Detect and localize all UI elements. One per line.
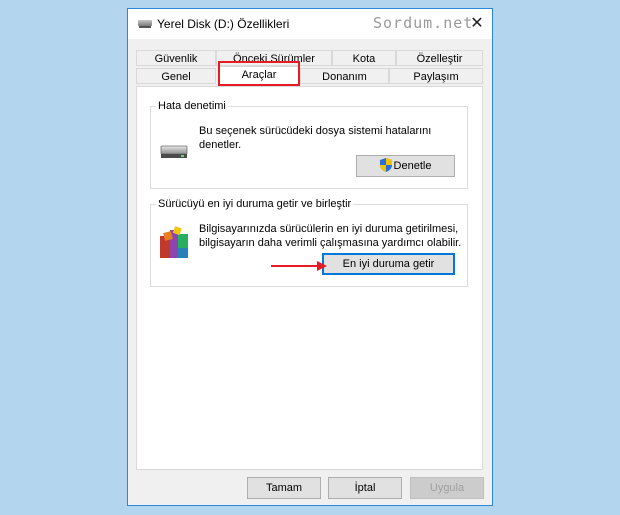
- red-arrow-icon: [271, 261, 327, 271]
- error-check-desc-2: denetler.: [199, 139, 242, 151]
- check-button[interactable]: Denetle: [356, 155, 455, 177]
- apply-button[interactable]: Uygula: [410, 477, 484, 499]
- check-button-label: Denetle: [393, 160, 432, 172]
- tab-genel[interactable]: Genel: [136, 68, 216, 84]
- defrag-icon: [160, 226, 188, 258]
- close-button[interactable]: ✕: [464, 11, 490, 37]
- window-title: Yerel Disk (D:) Özellikleri: [157, 17, 290, 31]
- tab-ozellestir[interactable]: Özelleştir: [396, 50, 483, 66]
- optimize-desc-1: Bilgisayarınızda sürücülerin en iyi duru…: [199, 223, 459, 235]
- uac-shield-icon: [379, 158, 392, 172]
- error-check-desc-1: Bu seçenek sürücüdeki dosya sistemi hata…: [199, 125, 432, 137]
- cancel-button[interactable]: İptal: [328, 477, 402, 499]
- title-bar[interactable]: Yerel Disk (D:) Özellikleri Sordum.net ✕: [128, 9, 492, 39]
- watermark: Sordum.net: [373, 14, 474, 32]
- tab-paylasim[interactable]: Paylaşım: [389, 68, 483, 84]
- ok-button[interactable]: Tamam: [247, 477, 321, 499]
- error-check-title: Hata denetimi: [156, 100, 228, 112]
- optimize-button[interactable]: En iyi duruma getir: [322, 253, 455, 275]
- tab-kota[interactable]: Kota: [332, 50, 396, 66]
- hard-drive-icon: [160, 145, 188, 158]
- optimize-desc-2: bilgisayarın daha verimli çalışmasına ya…: [199, 237, 462, 249]
- active-tab-highlight: [218, 61, 300, 86]
- tab-donanim[interactable]: Donanım: [300, 68, 389, 84]
- tab-guvenlik[interactable]: Güvenlik: [136, 50, 216, 66]
- drive-icon: [138, 20, 152, 28]
- optimize-title: Sürücüyü en iyi duruma getir ve birleşti…: [156, 198, 354, 210]
- properties-dialog: Yerel Disk (D:) Özellikleri Sordum.net ✕…: [127, 8, 493, 506]
